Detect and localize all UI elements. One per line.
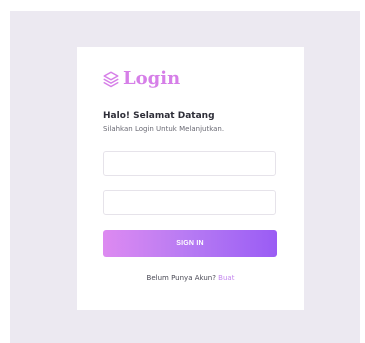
login-card: Login Halo! Selamat Datang Silahkan Logi… [77,47,304,310]
password-input[interactable] [103,190,276,215]
brand-header: Login [102,69,180,89]
username-input[interactable] [103,151,276,176]
sign-in-button[interactable]: SIGN IN [103,230,277,257]
register-prompt-text: Belum Punya Akun? [146,274,216,282]
brand-title: Login [123,68,181,89]
create-account-link[interactable]: Buat [218,274,234,282]
layers-icon [103,71,119,88]
greeting-subtitle: Silahkan Login Untuk Melanjutkan. [103,125,225,133]
greeting-title: Halo! Selamat Datang [103,111,215,121]
register-prompt: Belum Punya Akun? Buat [77,274,304,282]
